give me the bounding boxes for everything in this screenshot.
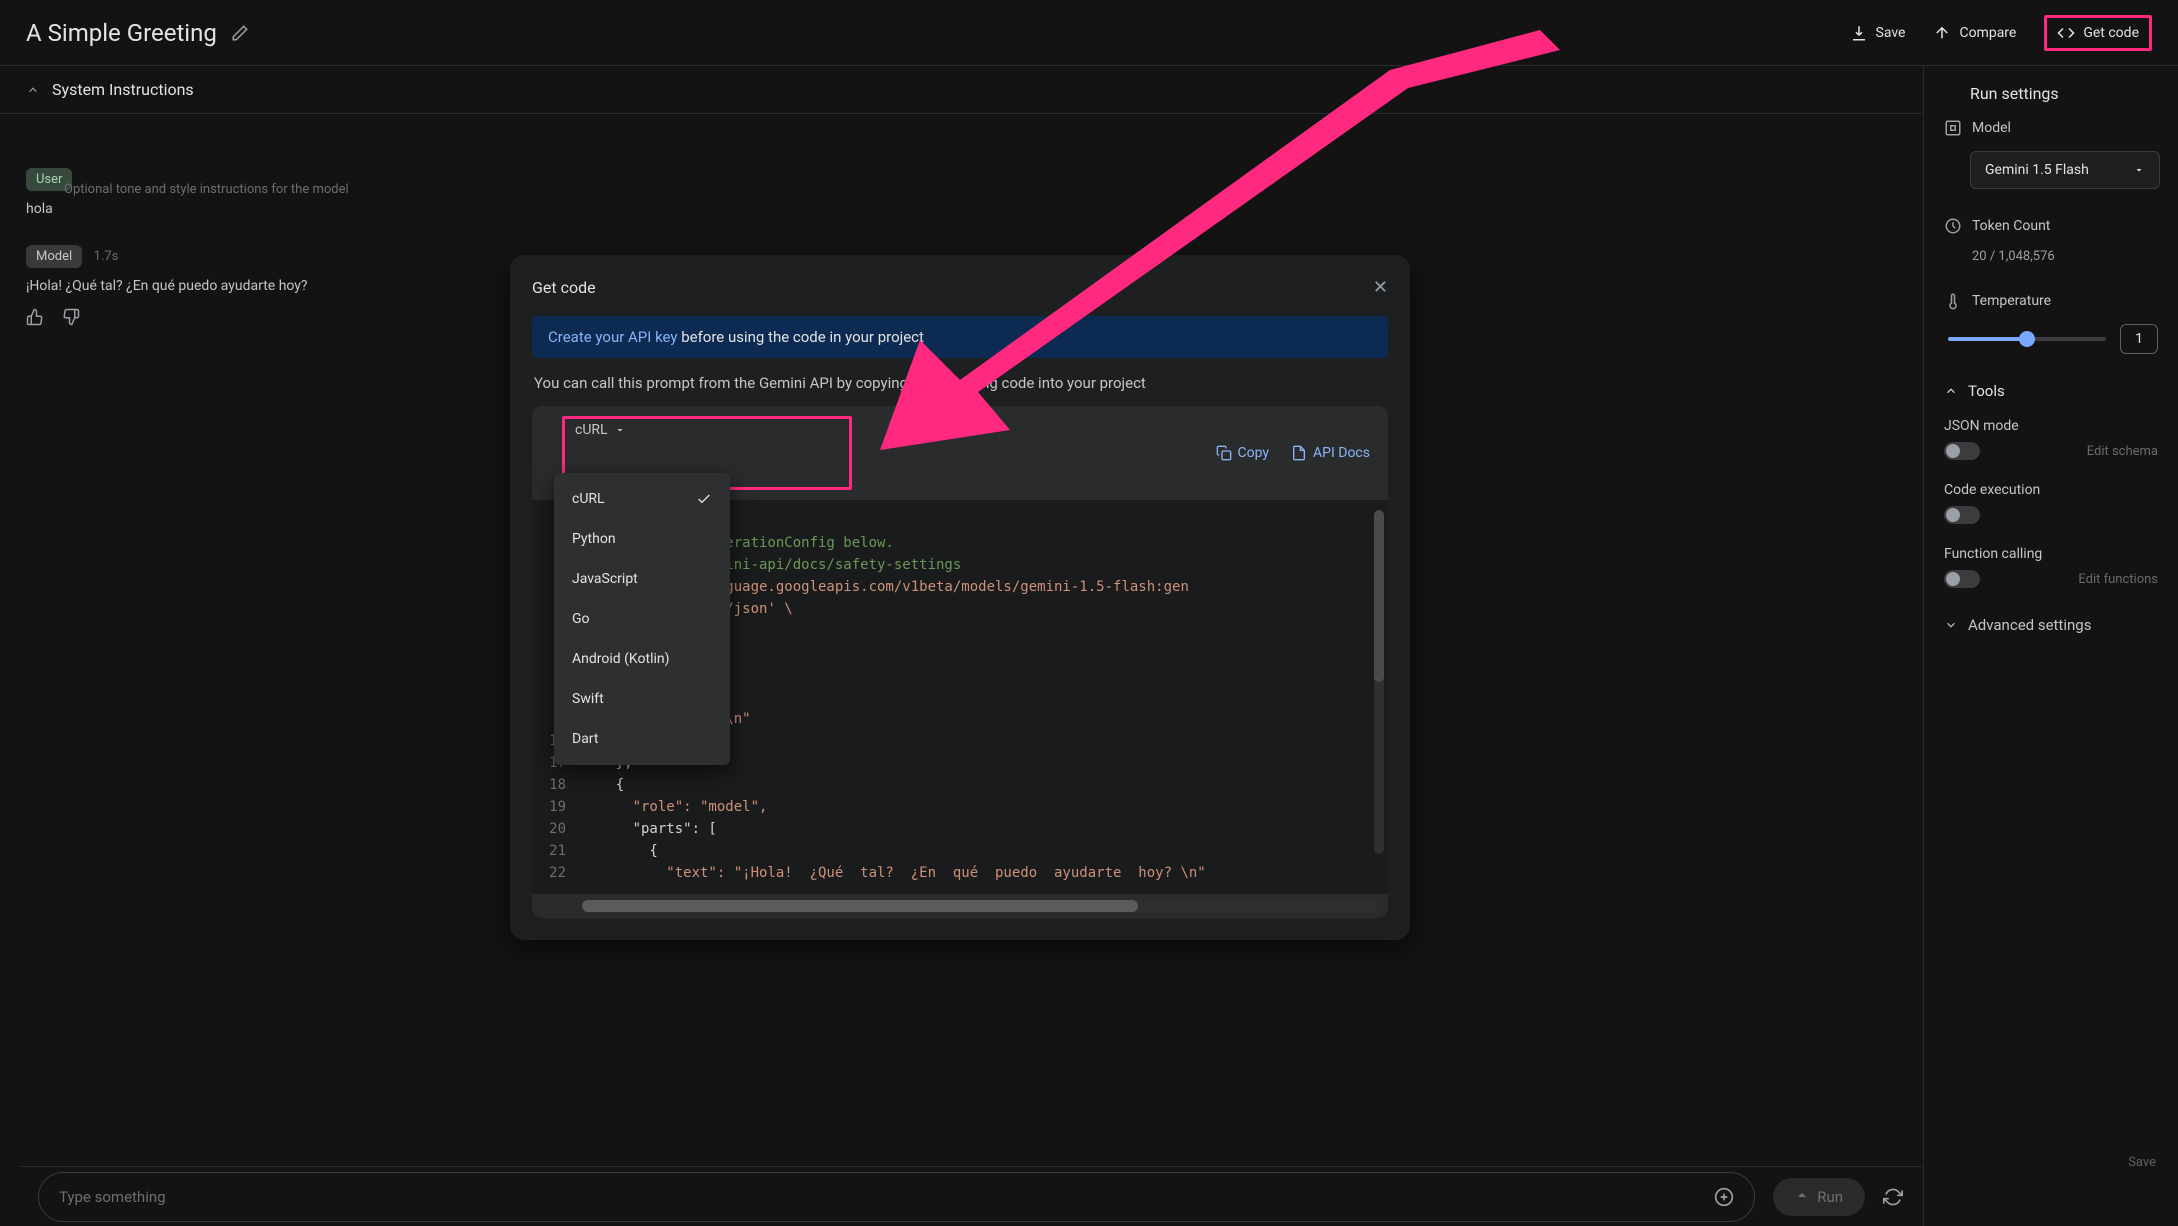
function-calling-label: Function calling — [1944, 546, 2158, 562]
token-icon — [1944, 217, 1962, 235]
create-api-key-link[interactable]: Create your API key — [548, 328, 677, 346]
input-bar: Type something Run — [20, 1166, 1923, 1226]
model-badge: Model — [26, 245, 82, 268]
language-option[interactable]: cURL — [554, 479, 730, 519]
edit-functions-link[interactable]: Edit functions — [2078, 572, 2158, 587]
close-icon[interactable]: ✕ — [1373, 277, 1388, 298]
api-docs-button[interactable]: API Docs — [1291, 445, 1370, 461]
advanced-settings-toggle[interactable]: Advanced settings — [1944, 616, 2158, 634]
edit-schema-link[interactable]: Edit schema — [2087, 444, 2158, 459]
language-option[interactable]: Android (Kotlin) — [554, 639, 730, 679]
user-message: hola — [26, 201, 1897, 217]
chevron-up-icon — [26, 83, 40, 97]
copy-label: Copy — [1238, 445, 1270, 461]
temperature-value[interactable]: 1 — [2120, 324, 2158, 354]
top-header: A Simple Greeting Save Compare Get code — [0, 0, 2178, 66]
model-label: Model — [1972, 120, 2011, 136]
compare-label: Compare — [1959, 25, 2016, 41]
code-line: 22 "text": "¡Hola! ¿Qué tal? ¿En qué pue… — [532, 862, 1388, 884]
model-timing: 1.7s — [94, 249, 119, 264]
language-dropdown: cURLPythonJavaScriptGoAndroid (Kotlin)Sw… — [554, 473, 730, 765]
json-mode-label: JSON mode — [1944, 418, 2158, 434]
tools-label: Tools — [1968, 382, 2005, 400]
function-calling-toggle[interactable] — [1944, 570, 1980, 588]
modal-title: Get code — [532, 278, 596, 297]
get-code-label: Get code — [2083, 25, 2139, 41]
temperature-icon — [1944, 292, 1962, 310]
page-title: A Simple Greeting — [26, 19, 217, 47]
code-execution-label: Code execution — [1944, 482, 2158, 498]
language-option[interactable]: JavaScript — [554, 559, 730, 599]
api-docs-label: API Docs — [1313, 445, 1370, 461]
api-banner-text: before using the code in your project — [677, 328, 923, 346]
edit-title-icon[interactable] — [231, 24, 249, 42]
thumbs-up-icon[interactable] — [26, 308, 44, 326]
code-execution-toggle[interactable] — [1944, 506, 1980, 524]
save-hint: Save — [2128, 1155, 2156, 1170]
model-select[interactable]: Gemini 1.5 Flash — [1970, 151, 2160, 189]
refresh-icon[interactable] — [1883, 1187, 1903, 1207]
language-selected: cURL — [575, 422, 608, 438]
run-button[interactable]: Run — [1773, 1178, 1865, 1216]
scrollbar-horizontal[interactable] — [582, 900, 1376, 912]
run-settings-title: Run settings — [1970, 84, 2158, 103]
prompt-input[interactable]: Type something — [38, 1172, 1755, 1222]
code-line: 19 "role": "model", — [532, 796, 1388, 818]
system-instructions-title: System Instructions — [52, 80, 194, 99]
code-line: 20 "parts": [ — [532, 818, 1388, 840]
language-option[interactable]: Dart — [554, 719, 730, 759]
scrollbar-vertical[interactable] — [1374, 510, 1384, 854]
copy-button[interactable]: Copy — [1216, 445, 1270, 461]
token-count-label: Token Count — [1972, 218, 2050, 234]
language-option[interactable]: Swift — [554, 679, 730, 719]
json-mode-toggle[interactable] — [1944, 442, 1980, 460]
model-icon — [1944, 119, 1962, 137]
run-label: Run — [1817, 1188, 1843, 1206]
temperature-slider[interactable] — [1948, 337, 2106, 341]
prompt-placeholder: Type something — [59, 1188, 166, 1206]
save-button[interactable]: Save — [1850, 24, 1906, 42]
code-line: 18 { — [532, 774, 1388, 796]
temperature-label: Temperature — [1972, 293, 2051, 309]
token-count-value: 20 / 1,048,576 — [1972, 249, 2158, 264]
tools-toggle[interactable]: Tools — [1944, 382, 2158, 400]
get-code-button[interactable]: Get code — [2044, 15, 2152, 51]
api-key-banner: Create your API key before using the cod… — [532, 316, 1388, 358]
code-line: 21 { — [532, 840, 1388, 862]
language-option[interactable]: Go — [554, 599, 730, 639]
chevron-down-icon — [614, 424, 626, 436]
compare-button[interactable]: Compare — [1933, 24, 2016, 42]
model-value: Gemini 1.5 Flash — [1985, 162, 2089, 178]
system-instructions-hint: Optional tone and style instructions for… — [64, 182, 349, 197]
add-icon[interactable] — [1714, 1187, 1734, 1207]
modal-description: You can call this prompt from the Gemini… — [534, 374, 1386, 392]
thumbs-down-icon[interactable] — [62, 308, 80, 326]
system-instructions-row[interactable]: System Instructions — [0, 66, 1923, 114]
check-icon — [696, 491, 712, 507]
language-option[interactable]: Python — [554, 519, 730, 559]
run-settings-panel: Run settings Model Gemini 1.5 Flash Toke… — [1923, 66, 2178, 1226]
advanced-settings-label: Advanced settings — [1968, 616, 2091, 634]
save-label: Save — [1876, 25, 1906, 41]
